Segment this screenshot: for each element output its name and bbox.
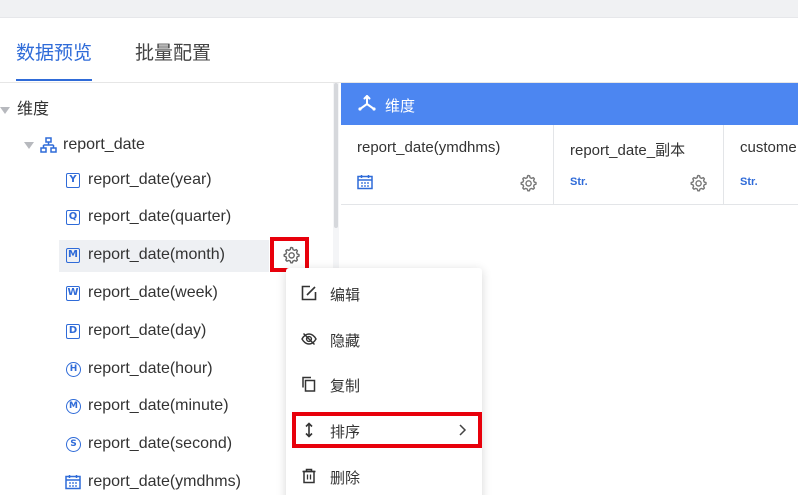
context-menu: 编辑 隐藏 复制 排序 删除	[286, 268, 482, 495]
menu-item-label: 编辑	[330, 287, 361, 304]
tree-scrollbar-thumb[interactable]	[334, 83, 338, 228]
trash-icon	[302, 468, 316, 484]
clock-hour-icon: H	[66, 362, 81, 377]
tree-item[interactable]: report_date(minute)	[88, 391, 229, 421]
calendar-icon	[357, 175, 373, 190]
calendar-month-icon: M	[66, 248, 80, 263]
field-card-name[interactable]: custome	[740, 139, 797, 156]
tree-item[interactable]: report_date(quarter)	[88, 202, 231, 232]
card-divider	[723, 125, 724, 205]
string-type-label: Str.	[740, 176, 758, 188]
menu-item-copy[interactable]: 复制	[286, 364, 482, 404]
tree-item[interactable]: report_date(second)	[88, 429, 232, 459]
menu-item-label: 隐藏	[330, 333, 361, 350]
field-card-name[interactable]: report_date(ymdhms)	[357, 139, 500, 156]
clock-second-icon: S	[66, 437, 81, 452]
calendar-year-icon: Y	[66, 173, 80, 188]
eye-off-icon	[301, 333, 317, 345]
menu-item-label: 删除	[330, 470, 361, 487]
dimension-cube-icon	[358, 95, 376, 111]
tree-item[interactable]: report_date(week)	[88, 278, 218, 308]
tab-bar: 数据预览 批量配置	[0, 18, 798, 83]
tab-batch-config[interactable]: 批量配置	[135, 38, 211, 65]
tree-item[interactable]: report_date(day)	[88, 316, 206, 346]
tree-group-report-date[interactable]: report_date	[63, 130, 145, 160]
copy-icon	[302, 376, 316, 392]
tree-item[interactable]: report_date(hour)	[88, 354, 213, 384]
gear-icon[interactable]	[282, 246, 300, 264]
tree-item[interactable]: report_date(year)	[88, 165, 212, 195]
tree-item[interactable]: report_date(ymdhms)	[88, 467, 241, 495]
menu-item-hide[interactable]: 隐藏	[286, 319, 482, 359]
card-divider	[553, 125, 554, 205]
tab-data-preview[interactable]: 数据预览	[16, 38, 92, 65]
collapse-caret-icon[interactable]	[24, 142, 34, 149]
menu-item-delete[interactable]: 删除	[286, 456, 482, 495]
gear-icon[interactable]	[519, 174, 537, 192]
collapse-caret-icon[interactable]	[0, 107, 10, 114]
top-bar	[0, 0, 798, 18]
field-card-row	[341, 125, 798, 205]
calendar-day-icon: D	[66, 324, 80, 339]
menu-item-edit[interactable]: 编辑	[286, 273, 482, 313]
calendar-week-icon: W	[66, 286, 80, 301]
active-tab-indicator	[16, 79, 92, 81]
calendar-icon	[65, 475, 81, 490]
menu-item-label: 复制	[330, 378, 361, 395]
tree-item[interactable]: report_date(month)	[88, 240, 225, 270]
calendar-quarter-icon: Q	[66, 210, 80, 225]
gear-icon[interactable]	[689, 174, 707, 192]
sort-highlight-box	[292, 412, 482, 448]
clock-minute-icon: M	[66, 399, 81, 414]
field-card-name[interactable]: report_date_副本	[570, 139, 685, 160]
dimension-title: 维度	[385, 98, 416, 115]
edit-icon	[301, 285, 317, 301]
string-type-label: Str.	[570, 176, 588, 188]
hierarchy-icon	[40, 137, 57, 153]
tree-root-dimension[interactable]: 维度	[17, 95, 49, 125]
